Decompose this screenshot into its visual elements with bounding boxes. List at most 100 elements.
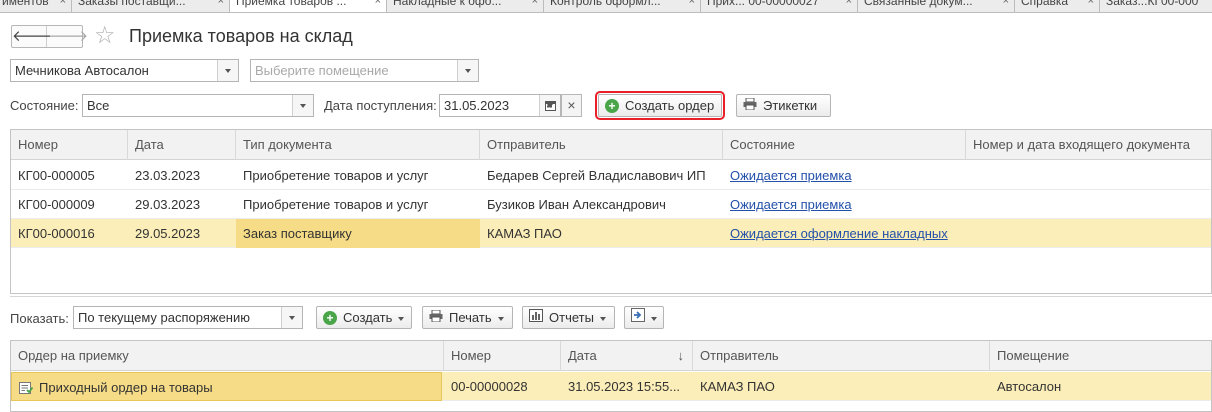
plus-circle-icon: + bbox=[605, 98, 619, 113]
cell-sender: Бузиков Иван Александрович bbox=[487, 197, 666, 212]
chevron-down-icon bbox=[651, 316, 657, 321]
tab-close-icon[interactable]: × bbox=[1003, 0, 1009, 7]
column-state[interactable]: Состояние bbox=[723, 130, 966, 160]
date-input[interactable]: 31.05.2023 bbox=[439, 94, 561, 117]
create-label: Создать bbox=[343, 310, 393, 325]
cell-order-label: Приходный ордер на товары bbox=[39, 380, 213, 395]
dropdown-arrow-icon[interactable] bbox=[292, 95, 313, 116]
dropdown-arrow-icon[interactable] bbox=[281, 307, 302, 328]
reports-label: Отчеты bbox=[549, 310, 594, 325]
export-icon bbox=[631, 307, 645, 328]
room-select[interactable]: Выберите помещение bbox=[250, 59, 479, 82]
state-label: Состояние: bbox=[10, 98, 79, 113]
tab-documents[interactable]: иментов × bbox=[0, 0, 72, 12]
tab-supplier-order[interactable]: Заказ...КГ00-000 bbox=[1100, 0, 1212, 12]
column-date[interactable]: Дата bbox=[128, 130, 236, 160]
column-room[interactable]: Помещение bbox=[990, 341, 1211, 371]
calendar-icon[interactable] bbox=[539, 95, 560, 116]
table-row-selected[interactable]: КГ00-000016 29.05.2023 Заказ поставщику … bbox=[11, 219, 1211, 248]
tab-close-icon[interactable]: × bbox=[60, 0, 66, 7]
column-order[interactable]: Ордер на приемку bbox=[11, 341, 444, 371]
organization-select[interactable]: Мечникова Автосалон bbox=[10, 59, 239, 82]
cell-number: 00-00000028 bbox=[451, 379, 528, 394]
tab-related-documents[interactable]: Связанные докум... × bbox=[858, 0, 1015, 12]
tab-close-icon[interactable]: × bbox=[846, 0, 852, 7]
create-button[interactable]: + Создать bbox=[316, 306, 412, 329]
column-date-label: Дата bbox=[568, 348, 597, 363]
tab-label: Заказ...КГ00-000 bbox=[1106, 0, 1199, 8]
tab-invoices[interactable]: Накладные к офо... × bbox=[387, 0, 544, 12]
reports-button[interactable]: Отчеты bbox=[522, 306, 615, 329]
column-sender[interactable]: Отправитель bbox=[693, 341, 990, 371]
show-select[interactable]: По текущему распоряжению bbox=[73, 306, 303, 329]
tab-control[interactable]: Контроль оформл... × bbox=[544, 0, 701, 12]
cell-number: КГ00-000005 bbox=[18, 168, 95, 183]
forward-arrow-icon[interactable]: 🡒 bbox=[48, 26, 88, 47]
cell-doc-type: Приобретение товаров и услуг bbox=[243, 197, 429, 212]
cell-date: 23.03.2023 bbox=[135, 168, 201, 183]
tab-close-icon[interactable]: × bbox=[689, 0, 695, 7]
column-sender[interactable]: Отправитель bbox=[480, 130, 723, 160]
dropdown-arrow-icon[interactable] bbox=[217, 60, 238, 81]
print-label: Печать bbox=[449, 310, 492, 325]
table-header: Ордер на приемку Номер Дата ↓ Отправител… bbox=[11, 341, 1211, 371]
show-value: По текущему распоряжению bbox=[78, 310, 251, 325]
column-number[interactable]: Номер bbox=[444, 341, 561, 371]
cell-state-link[interactable]: Ожидается приемка bbox=[723, 190, 966, 219]
column-number[interactable]: Номер bbox=[11, 130, 128, 160]
table-row-selected[interactable]: Приходный ордер на товары 00-00000028 31… bbox=[11, 372, 1211, 401]
tab-label: Контроль оформл... bbox=[550, 0, 661, 8]
tab-close-icon[interactable]: × bbox=[218, 0, 224, 7]
cell-incoming-doc bbox=[966, 161, 1211, 190]
back-arrow-icon[interactable]: 🡐 bbox=[12, 26, 52, 47]
clear-date-icon[interactable]: × bbox=[561, 94, 582, 117]
page-title: Приемка товаров на склад bbox=[129, 26, 353, 46]
tab-receipt-order[interactable]: Прих... 00-00000027 × bbox=[701, 0, 858, 12]
printer-icon bbox=[743, 95, 757, 116]
export-menu-button[interactable] bbox=[624, 306, 664, 329]
room-placeholder: Выберите помещение bbox=[255, 63, 389, 78]
cell-number: КГ00-000016 bbox=[18, 226, 95, 241]
navigation-buttons: 🡐 🡒 bbox=[11, 25, 88, 48]
tab-close-icon[interactable]: × bbox=[532, 0, 538, 7]
date-value: 31.05.2023 bbox=[444, 98, 510, 113]
cell-incoming-doc bbox=[966, 219, 1211, 248]
panel-splitter[interactable] bbox=[10, 296, 1212, 297]
tab-goods-receipt[interactable]: Приемка товаров ... × bbox=[230, 0, 387, 12]
tab-label: Связанные докум... bbox=[864, 0, 973, 8]
column-date[interactable]: Дата ↓ bbox=[561, 341, 693, 371]
cell-sender: КАМАЗ ПАО bbox=[700, 379, 775, 394]
chevron-down-icon bbox=[497, 316, 504, 321]
cell-state-link[interactable]: Ожидается приемка bbox=[723, 161, 966, 190]
tab-close-icon[interactable]: × bbox=[375, 0, 381, 7]
cell-doc-type: Заказ поставщику bbox=[236, 219, 480, 248]
table-row[interactable]: КГ00-000005 23.03.2023 Приобретение това… bbox=[11, 161, 1211, 190]
column-doc-type[interactable]: Тип документа bbox=[236, 130, 480, 160]
cell-order: Приходный ордер на товары bbox=[11, 372, 442, 401]
cell-state-link[interactable]: Ожидается оформление накладных bbox=[723, 219, 966, 248]
tab-close-icon[interactable]: × bbox=[1088, 0, 1094, 7]
report-icon bbox=[529, 307, 543, 328]
receipt-order-icon bbox=[19, 381, 34, 394]
labels-button[interactable]: Этикетки bbox=[736, 94, 831, 117]
tab-supplier-orders[interactable]: Заказы поставщи... × bbox=[72, 0, 230, 12]
cell-doc-type: Приобретение товаров и услуг bbox=[243, 168, 429, 183]
cell-room: Автосалон bbox=[997, 379, 1062, 394]
tab-label: Накладные к офо... bbox=[393, 0, 502, 8]
table-header: Номер Дата Тип документа Отправитель Сос… bbox=[11, 130, 1211, 160]
create-order-label: Создать ордер bbox=[625, 98, 715, 113]
table-row[interactable]: КГ00-000009 29.03.2023 Приобретение това… bbox=[11, 190, 1211, 219]
favorite-star-icon[interactable]: ☆ bbox=[94, 23, 116, 49]
plus-circle-icon: + bbox=[323, 310, 337, 325]
chevron-down-icon bbox=[599, 316, 606, 321]
tab-label: Приемка товаров ... bbox=[236, 0, 347, 8]
state-select[interactable]: Все bbox=[82, 94, 314, 117]
dropdown-arrow-icon[interactable] bbox=[457, 60, 478, 81]
print-button[interactable]: Печать bbox=[422, 306, 513, 329]
tab-help[interactable]: Справка × bbox=[1015, 0, 1100, 12]
cell-sender: КАМАЗ ПАО bbox=[487, 226, 562, 241]
create-order-button[interactable]: + Создать ордер bbox=[595, 91, 725, 120]
cell-incoming-doc bbox=[966, 190, 1211, 219]
show-label: Показать: bbox=[10, 311, 69, 326]
column-incoming-doc[interactable]: Номер и дата входящего документа bbox=[966, 130, 1211, 160]
